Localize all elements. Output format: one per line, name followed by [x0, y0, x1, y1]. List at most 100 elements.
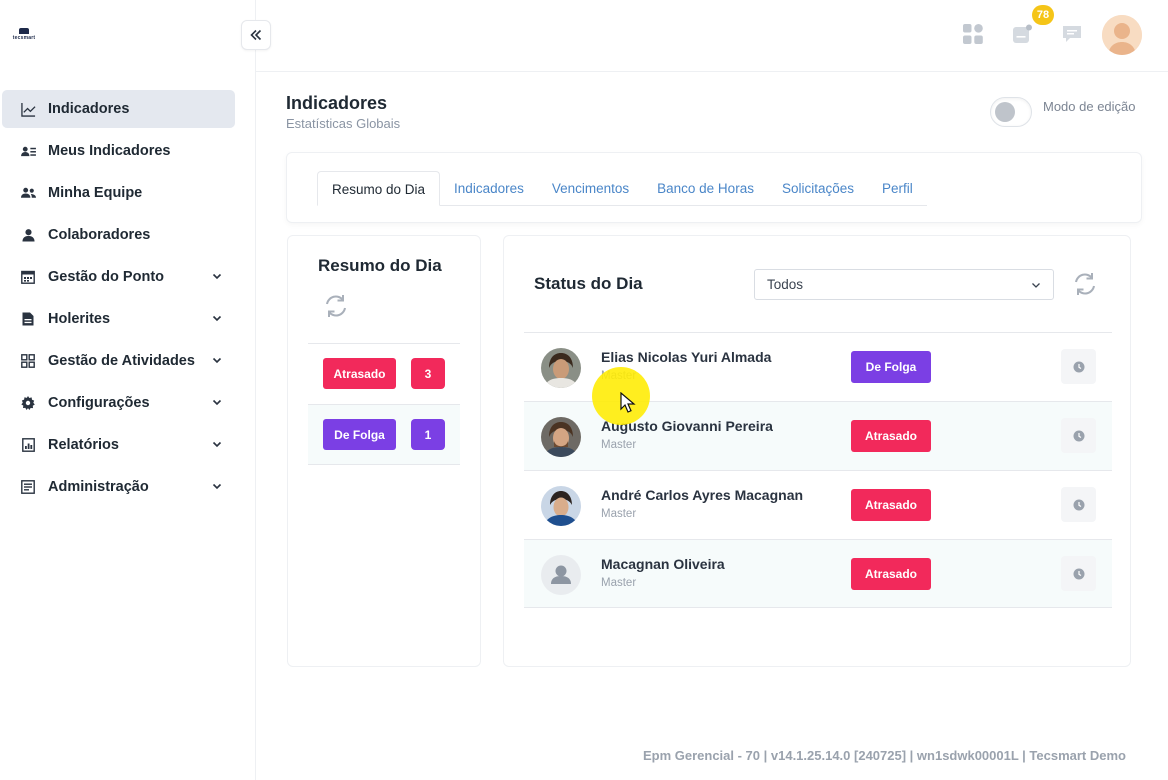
- chevron-down-icon: [212, 315, 222, 322]
- tab-indicadores[interactable]: Indicadores: [440, 171, 538, 206]
- sidebar-item-label: Relatórios: [48, 437, 119, 453]
- sidebar-nav: Indicadores Meus Indicadores Minha Equip…: [2, 90, 235, 510]
- select-value: Todos: [767, 277, 804, 292]
- tab-banco-de-horas[interactable]: Banco de Horas: [643, 171, 768, 206]
- list-item: André Carlos Ayres Macagnan Master Atras…: [524, 470, 1112, 539]
- grid-icon: [20, 353, 36, 369]
- sidebar-item-gestao-de-atividades[interactable]: Gestão de Atividades: [2, 342, 235, 380]
- report-icon: [20, 437, 36, 453]
- status-filter-select[interactable]: Todos: [754, 269, 1054, 300]
- document-icon: [20, 311, 36, 327]
- sidebar-item-meus-indicadores[interactable]: Meus Indicadores: [2, 132, 235, 170]
- messages-icon[interactable]: [1060, 22, 1084, 46]
- status-label-badge[interactable]: De Folga: [323, 419, 396, 450]
- user-avatar[interactable]: [1102, 15, 1142, 55]
- sidebar-item-holerites[interactable]: Holerites: [2, 300, 235, 338]
- sidebar-item-gestao-do-ponto[interactable]: Gestão do Ponto: [2, 258, 235, 296]
- sidebar-item-label: Gestão do Ponto: [48, 269, 164, 285]
- sidebar-item-configuracoes[interactable]: Configurações: [2, 384, 235, 422]
- resumo-row-atrasado: Atrasado 3: [308, 343, 460, 404]
- status-title: Status do Dia: [534, 274, 643, 293]
- sidebar-item-label: Indicadores: [48, 101, 130, 117]
- sidebar-item-label: Minha Equipe: [48, 185, 143, 201]
- sidebar-item-indicadores[interactable]: Indicadores: [2, 90, 235, 128]
- resumo-card: Resumo do Dia Atrasado 3 De Folga 1: [287, 235, 481, 667]
- users-icon: [20, 185, 36, 201]
- mouse-cursor-icon: [620, 392, 636, 413]
- status-label-badge[interactable]: Atrasado: [323, 358, 396, 389]
- calendar-icon: [20, 269, 36, 285]
- status-badge[interactable]: Atrasado: [851, 420, 931, 452]
- apps-icon[interactable]: [961, 22, 985, 46]
- sidebar-item-label: Meus Indicadores: [48, 143, 171, 159]
- logo-text: tecsmart: [12, 35, 36, 41]
- person-name: Elias Nicolas Yuri Almada: [601, 349, 772, 365]
- id-card-icon: [20, 143, 36, 159]
- chevron-down-icon: [212, 483, 222, 490]
- clock-icon: [1073, 499, 1084, 510]
- status-card: Status do Dia Todos Elias Nicolas Yuri A…: [503, 235, 1131, 667]
- person-role: Master: [601, 577, 637, 589]
- person-role: Master: [601, 439, 637, 451]
- notifications-icon[interactable]: [1010, 22, 1034, 46]
- resumo-row-de-folga: De Folga 1: [308, 404, 460, 465]
- sidebar-item-administracao[interactable]: Administração: [2, 468, 235, 506]
- clock-button[interactable]: [1061, 349, 1096, 384]
- tab-bar: Resumo do Dia Indicadores Vencimentos Ba…: [317, 171, 927, 206]
- notifications-count-badge: 78: [1032, 5, 1054, 25]
- sidebar-item-relatorios[interactable]: Relatórios: [2, 426, 235, 464]
- chevron-down-icon: [212, 441, 222, 448]
- sidebar-item-label: Administração: [48, 479, 149, 495]
- clock-icon: [1073, 430, 1084, 441]
- footer-version: Epm Gerencial - 70 | v14.1.25.14.0 [2407…: [642, 748, 1126, 763]
- chart-line-icon: [20, 101, 36, 117]
- list-item: Macagnan Oliveira Master Atrasado: [524, 539, 1112, 608]
- sidebar-item-colaboradores[interactable]: Colaboradores: [2, 216, 235, 254]
- status-badge[interactable]: Atrasado: [851, 489, 931, 521]
- edit-mode-label: Modo de edição: [1043, 99, 1136, 114]
- edit-mode-toggle[interactable]: [990, 97, 1032, 127]
- refresh-icon[interactable]: [1072, 271, 1098, 297]
- avatar: [541, 417, 581, 457]
- tab-solicitacoes[interactable]: Solicitações: [768, 171, 868, 206]
- logo-mark-icon: [19, 28, 29, 34]
- status-count-badge: 1: [411, 419, 445, 450]
- avatar: [541, 348, 581, 388]
- tab-vencimentos[interactable]: Vencimentos: [538, 171, 643, 206]
- chevron-down-icon: [212, 273, 222, 280]
- sidebar-item-label: Holerites: [48, 311, 111, 327]
- clock-button[interactable]: [1061, 556, 1096, 591]
- avatar: [541, 486, 581, 526]
- status-count-badge: 3: [411, 358, 445, 389]
- double-chevron-left-icon: [250, 29, 262, 41]
- page-title: Indicadores: [286, 93, 388, 113]
- sidebar-item-label: Colaboradores: [48, 227, 151, 243]
- avatar-placeholder: [541, 555, 581, 595]
- tabs-card: Resumo do Dia Indicadores Vencimentos Ba…: [286, 152, 1142, 223]
- clock-icon: [1073, 568, 1084, 579]
- clock-button[interactable]: [1061, 418, 1096, 453]
- person-role: Master: [601, 508, 637, 520]
- status-badge[interactable]: De Folga: [851, 351, 931, 383]
- tab-perfil[interactable]: Perfil: [868, 171, 927, 206]
- admin-icon: [20, 479, 36, 495]
- user-icon: [20, 227, 36, 243]
- clock-icon: [1073, 361, 1084, 372]
- person-name: Macagnan Oliveira: [601, 556, 725, 572]
- chevron-down-icon: [212, 357, 222, 364]
- clock-button[interactable]: [1061, 487, 1096, 522]
- chevron-down-icon: [1032, 283, 1040, 288]
- page-subtitle: Estatísticas Globais: [286, 116, 401, 131]
- refresh-icon[interactable]: [323, 293, 349, 319]
- gear-icon: [20, 395, 36, 411]
- sidebar-item-label: Gestão de Atividades: [48, 353, 195, 369]
- brand-logo[interactable]: tecsmart: [10, 28, 38, 42]
- collapse-sidebar-button[interactable]: [241, 20, 271, 50]
- tab-resumo-do-dia[interactable]: Resumo do Dia: [317, 171, 441, 206]
- sidebar-item-label: Configurações: [48, 395, 150, 411]
- sidebar: tecsmart Indicadores Meus Indicadores Mi…: [0, 0, 256, 780]
- resumo-title: Resumo do Dia: [318, 256, 442, 275]
- person-name: André Carlos Ayres Macagnan: [601, 487, 804, 503]
- sidebar-item-minha-equipe[interactable]: Minha Equipe: [2, 174, 235, 212]
- status-badge[interactable]: Atrasado: [851, 558, 931, 590]
